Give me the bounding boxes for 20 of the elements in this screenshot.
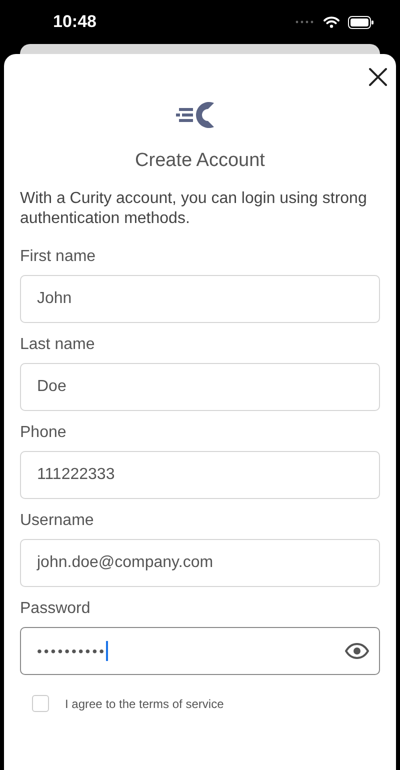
- wifi-icon: [323, 16, 340, 28]
- input-field[interactable]: 111222333: [20, 451, 380, 499]
- battery-icon: [348, 16, 374, 28]
- field-label: Phone: [20, 423, 68, 443]
- input-field[interactable]: John: [20, 275, 380, 323]
- input-field[interactable]: Doe: [20, 363, 380, 411]
- terms-checkbox[interactable]: [32, 695, 49, 712]
- terms-label: I agree to the terms of service: [65, 696, 224, 710]
- field-label: Last name: [20, 335, 96, 355]
- close-icon[interactable]: [367, 66, 389, 88]
- field-label: Username: [20, 511, 95, 531]
- sheet-title: Create Account: [134, 150, 266, 172]
- input-field[interactable]: john.doe@company.com: [20, 539, 380, 587]
- field-label: First name: [20, 247, 97, 267]
- field-label: Password: [20, 599, 92, 619]
- signal-icon: [295, 20, 315, 24]
- description-text: With a Curity account, you can login using strong authentication methods.: [20, 189, 368, 229]
- eye-icon[interactable]: [345, 643, 369, 659]
- status-time: 10:48: [53, 12, 96, 32]
- input-field[interactable]: ••••••••••: [20, 627, 380, 675]
